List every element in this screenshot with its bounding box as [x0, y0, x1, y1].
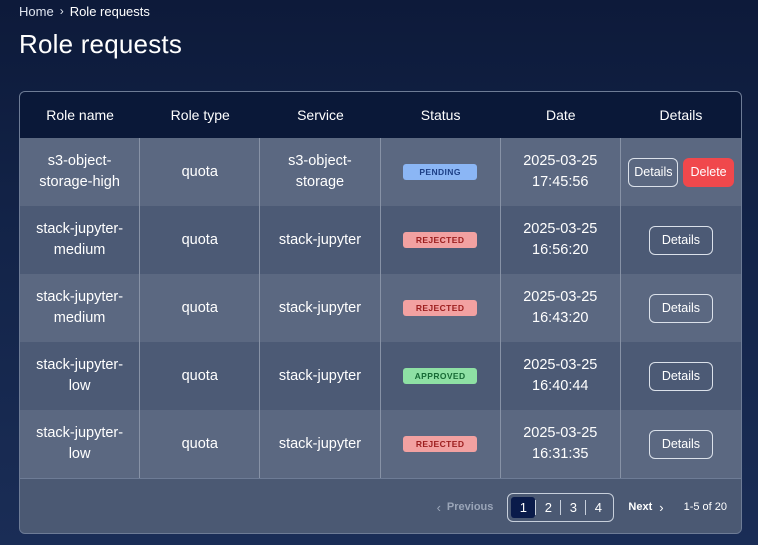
page-title: Role requests: [19, 29, 183, 59]
details-cell: Details: [621, 342, 741, 410]
service-cell: stack-jupyter: [260, 206, 381, 274]
status-cell: APPROVED: [381, 342, 501, 410]
next-label: Next: [628, 501, 653, 513]
page-4-button[interactable]: 4: [586, 497, 610, 518]
breadcrumb: Home › Role requests: [19, 3, 150, 19]
role-name-cell: stack-jupyter- medium: [20, 206, 141, 274]
status-cell: REJECTED: [381, 410, 501, 478]
table-row: s3-object- storage-high quota s3-object-…: [20, 138, 741, 206]
page-1-button[interactable]: 1: [511, 496, 536, 518]
status-cell: PENDING: [381, 138, 501, 206]
role-name-cell: stack-jupyter- low: [20, 342, 141, 410]
table-row: stack-jupyter- low quota stack-jupyter A…: [20, 342, 741, 410]
status-badge: APPROVED: [403, 368, 478, 384]
table-row: stack-jupyter- low quota stack-jupyter R…: [20, 410, 741, 478]
page-range-label: 1-5 of 20: [683, 501, 727, 513]
chevron-right-icon: ›: [59, 4, 64, 18]
date-cell: 2025-03-25 16:40:44: [501, 342, 621, 410]
details-button[interactable]: Details: [648, 225, 714, 255]
role-requests-table-card: Role name Role type Service Status Date …: [19, 91, 742, 534]
column-header-details: Details: [659, 107, 703, 123]
date-cell: 2025-03-25 16:56:20: [501, 206, 621, 274]
breadcrumb-current: Role requests: [69, 3, 150, 19]
role-name-cell: stack-jupyter- low: [20, 410, 141, 478]
details-button[interactable]: Details: [648, 293, 714, 323]
table-footer: ‹ Previous 1 2 3 4 Next › 1-5 of 20: [20, 478, 741, 533]
details-cell: Details: [621, 410, 741, 478]
role-type-cell: quota: [140, 342, 261, 410]
details-cell: Details Delete: [621, 138, 741, 206]
page-number-group: 1 2 3 4: [507, 492, 615, 522]
column-header-status: Status: [420, 107, 461, 123]
role-type-cell: quota: [140, 138, 261, 206]
role-name-cell: s3-object- storage-high: [20, 138, 141, 206]
service-cell: stack-jupyter: [260, 274, 381, 342]
role-name-cell: stack-jupyter- medium: [20, 274, 141, 342]
date-cell: 2025-03-25 16:31:35: [501, 410, 621, 478]
date-cell: 2025-03-25 17:45:56: [501, 138, 621, 206]
details-cell: Details: [621, 274, 741, 342]
column-header-role-type: Role type: [170, 107, 230, 123]
details-button[interactable]: Details: [648, 429, 714, 459]
page-2-button[interactable]: 2: [536, 497, 560, 518]
status-badge: PENDING: [403, 164, 478, 180]
column-header-date: Date: [545, 107, 576, 123]
chevron-left-icon: ‹: [436, 499, 441, 515]
status-cell: REJECTED: [381, 274, 501, 342]
details-button[interactable]: Details: [628, 157, 679, 187]
pagination: ‹ Previous 1 2 3 4 Next › 1-5 of 20: [437, 492, 727, 522]
date-cell: 2025-03-25 16:43:20: [501, 274, 621, 342]
role-type-cell: quota: [140, 206, 261, 274]
previous-label: Previous: [446, 501, 494, 513]
table-row: stack-jupyter- medium quota stack-jupyte…: [20, 206, 741, 274]
table-row: stack-jupyter- medium quota stack-jupyte…: [20, 274, 741, 342]
column-header-service: Service: [297, 107, 344, 123]
service-cell: stack-jupyter: [260, 342, 381, 410]
breadcrumb-home-link[interactable]: Home: [19, 4, 54, 19]
previous-page-button[interactable]: ‹ Previous: [437, 500, 494, 515]
role-type-cell: quota: [140, 410, 261, 478]
status-badge: REJECTED: [403, 436, 478, 452]
delete-button[interactable]: Delete: [683, 157, 734, 187]
details-button[interactable]: Details: [648, 361, 714, 391]
status-badge: REJECTED: [403, 300, 478, 316]
status-badge: REJECTED: [403, 232, 478, 248]
role-type-cell: quota: [140, 274, 261, 342]
page-3-button[interactable]: 3: [561, 497, 585, 518]
service-cell: stack-jupyter: [260, 410, 381, 478]
next-page-button[interactable]: Next ›: [628, 500, 663, 515]
table-header: Role name Role type Service Status Date …: [20, 92, 741, 138]
details-cell: Details: [621, 206, 741, 274]
status-cell: REJECTED: [381, 206, 501, 274]
chevron-right-icon: ›: [659, 499, 664, 515]
column-header-role-name: Role name: [46, 107, 114, 123]
service-cell: s3-object- storage: [260, 138, 381, 206]
